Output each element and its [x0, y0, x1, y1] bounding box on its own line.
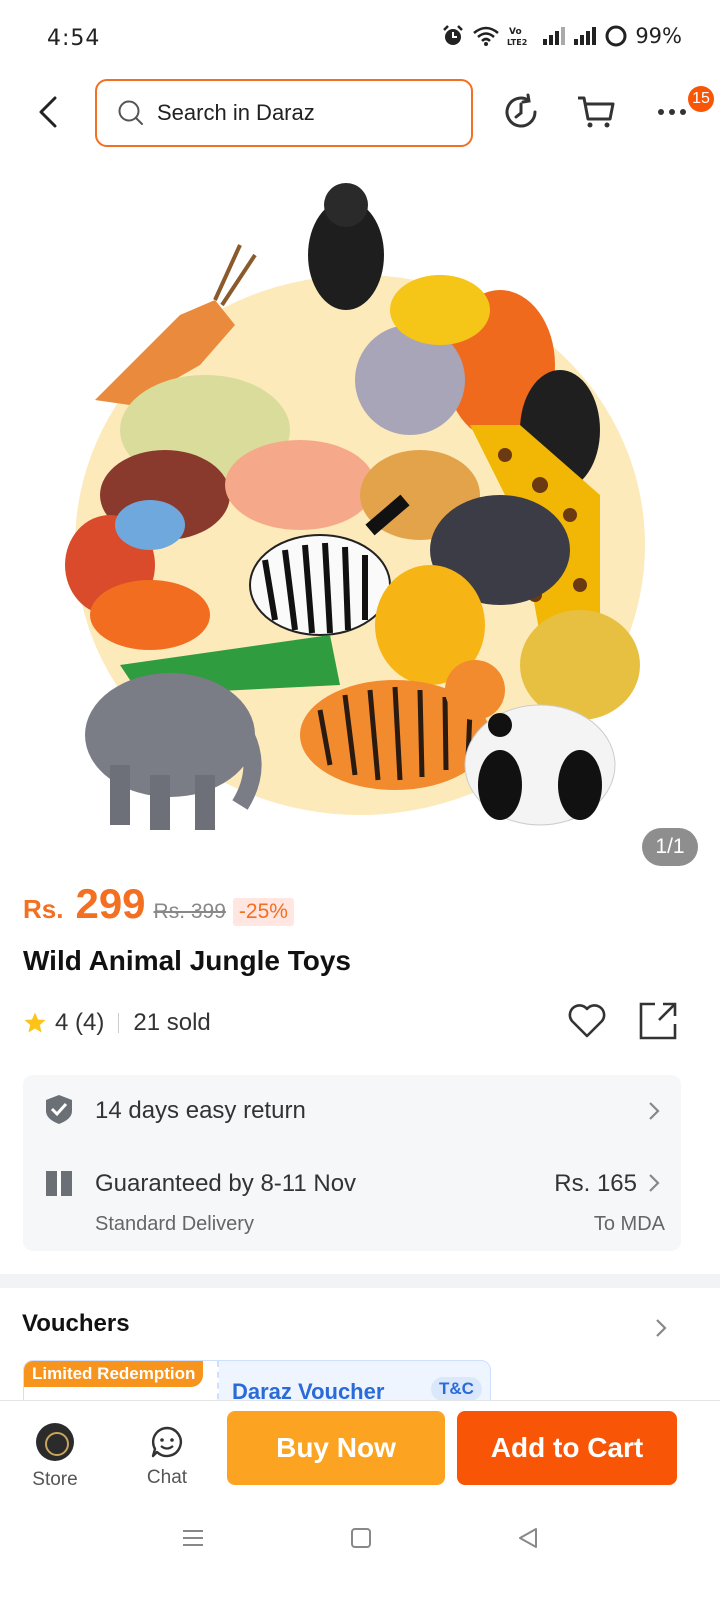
star-icon — [24, 1012, 46, 1033]
search-icon — [118, 100, 143, 125]
cart-button[interactable] — [572, 88, 620, 136]
wishlist-button[interactable] — [566, 1000, 608, 1042]
chat-button[interactable]: Chat — [134, 1419, 200, 1489]
cart-icon — [578, 96, 615, 128]
store-button[interactable]: Store — [22, 1419, 88, 1490]
wifi-icon — [473, 26, 500, 46]
home-button[interactable] — [341, 1518, 381, 1558]
status-bar: 4:54 Vo LTE2 99% — [0, 0, 720, 70]
back-icon — [39, 96, 57, 128]
battery-percent: 99% — [635, 24, 682, 48]
shield-check-icon — [46, 1095, 72, 1124]
back-button[interactable] — [30, 90, 66, 134]
chevron-right-icon — [649, 1174, 660, 1192]
return-row[interactable]: 14 days easy return — [23, 1075, 681, 1147]
home-icon — [351, 1528, 371, 1548]
status-icons: Vo LTE2 99% — [441, 24, 682, 48]
service-card: 14 days easy return Guaranteed by 8-11 N… — [23, 1075, 681, 1251]
original-price: Rs. 399 — [153, 900, 226, 923]
notification-badge: 15 — [688, 86, 714, 112]
search-placeholder: Search in Daraz — [157, 100, 315, 125]
heart-icon — [568, 1004, 606, 1038]
buy-now-button[interactable]: Buy Now — [227, 1411, 445, 1485]
vouchers-title[interactable]: Vouchers — [22, 1310, 130, 1338]
system-back-button[interactable] — [508, 1518, 548, 1558]
chat-icon — [151, 1426, 182, 1458]
product-photo — [65, 183, 645, 830]
more-icon — [658, 109, 686, 115]
package-icon — [46, 1171, 72, 1196]
store-avatar — [36, 1423, 74, 1461]
product-image[interactable] — [0, 165, 720, 875]
add-to-cart-button[interactable]: Add to Cart — [457, 1411, 677, 1485]
svg-text:LTE2: LTE2 — [507, 38, 527, 47]
chat-label: Chat — [146, 1467, 188, 1488]
discount-badge: -25% — [232, 898, 294, 926]
search-input[interactable]: Search in Daraz — [95, 79, 473, 147]
menu-icon — [183, 1530, 203, 1546]
system-nav-bar — [0, 1500, 720, 1604]
status-time: 4:54 — [47, 26, 101, 51]
return-text: 14 days easy return — [95, 1097, 306, 1124]
store-label: Store — [32, 1469, 78, 1490]
delivery-fee: Rs. 165 — [554, 1170, 637, 1197]
section-divider — [0, 1274, 720, 1288]
svg-text:Vo: Vo — [509, 27, 522, 37]
price-row: Rs. 299 Rs. 399 -25% — [23, 880, 294, 940]
history-button[interactable] — [497, 88, 545, 136]
sold-count: 21 sold — [133, 1009, 211, 1036]
image-counter: 1/1 — [642, 828, 698, 866]
voucher-tag: Limited Redemption — [24, 1361, 204, 1387]
chevron-right-icon[interactable] — [652, 1316, 670, 1340]
delivery-row[interactable]: Guaranteed by 8-11 Nov Standard Delivery… — [23, 1147, 681, 1251]
rating-text: 4 (4) — [55, 1009, 105, 1036]
product-title: Wild Animal Jungle Toys — [23, 945, 352, 976]
signal-icon — [574, 27, 597, 45]
chevron-right-icon — [649, 1102, 660, 1120]
history-icon — [505, 93, 537, 128]
alarm-icon — [443, 25, 464, 45]
voucher-terms[interactable]: T&C — [431, 1377, 482, 1401]
top-nav: Search in Daraz 15 — [0, 70, 720, 160]
price-currency: Rs. — [23, 894, 64, 924]
rating-divider — [118, 1013, 120, 1033]
share-icon — [639, 1002, 677, 1040]
share-button[interactable] — [637, 1000, 679, 1042]
price-value: 299 — [75, 880, 146, 927]
rating-row[interactable]: 4 (4) 21 sold — [23, 1005, 211, 1041]
volte-icon: VoLTE2 — [507, 27, 527, 47]
delivery-text: Guaranteed by 8-11 Nov — [95, 1170, 357, 1197]
delivery-type: Standard Delivery — [95, 1213, 254, 1235]
signal-icon — [543, 27, 566, 45]
menu-button[interactable] — [173, 1518, 213, 1558]
delivery-destination: To MDA — [593, 1213, 665, 1235]
battery-icon — [605, 25, 627, 47]
action-bar: Store Chat Buy Now Add to Cart — [0, 1400, 720, 1500]
back-triangle-icon — [519, 1528, 537, 1548]
